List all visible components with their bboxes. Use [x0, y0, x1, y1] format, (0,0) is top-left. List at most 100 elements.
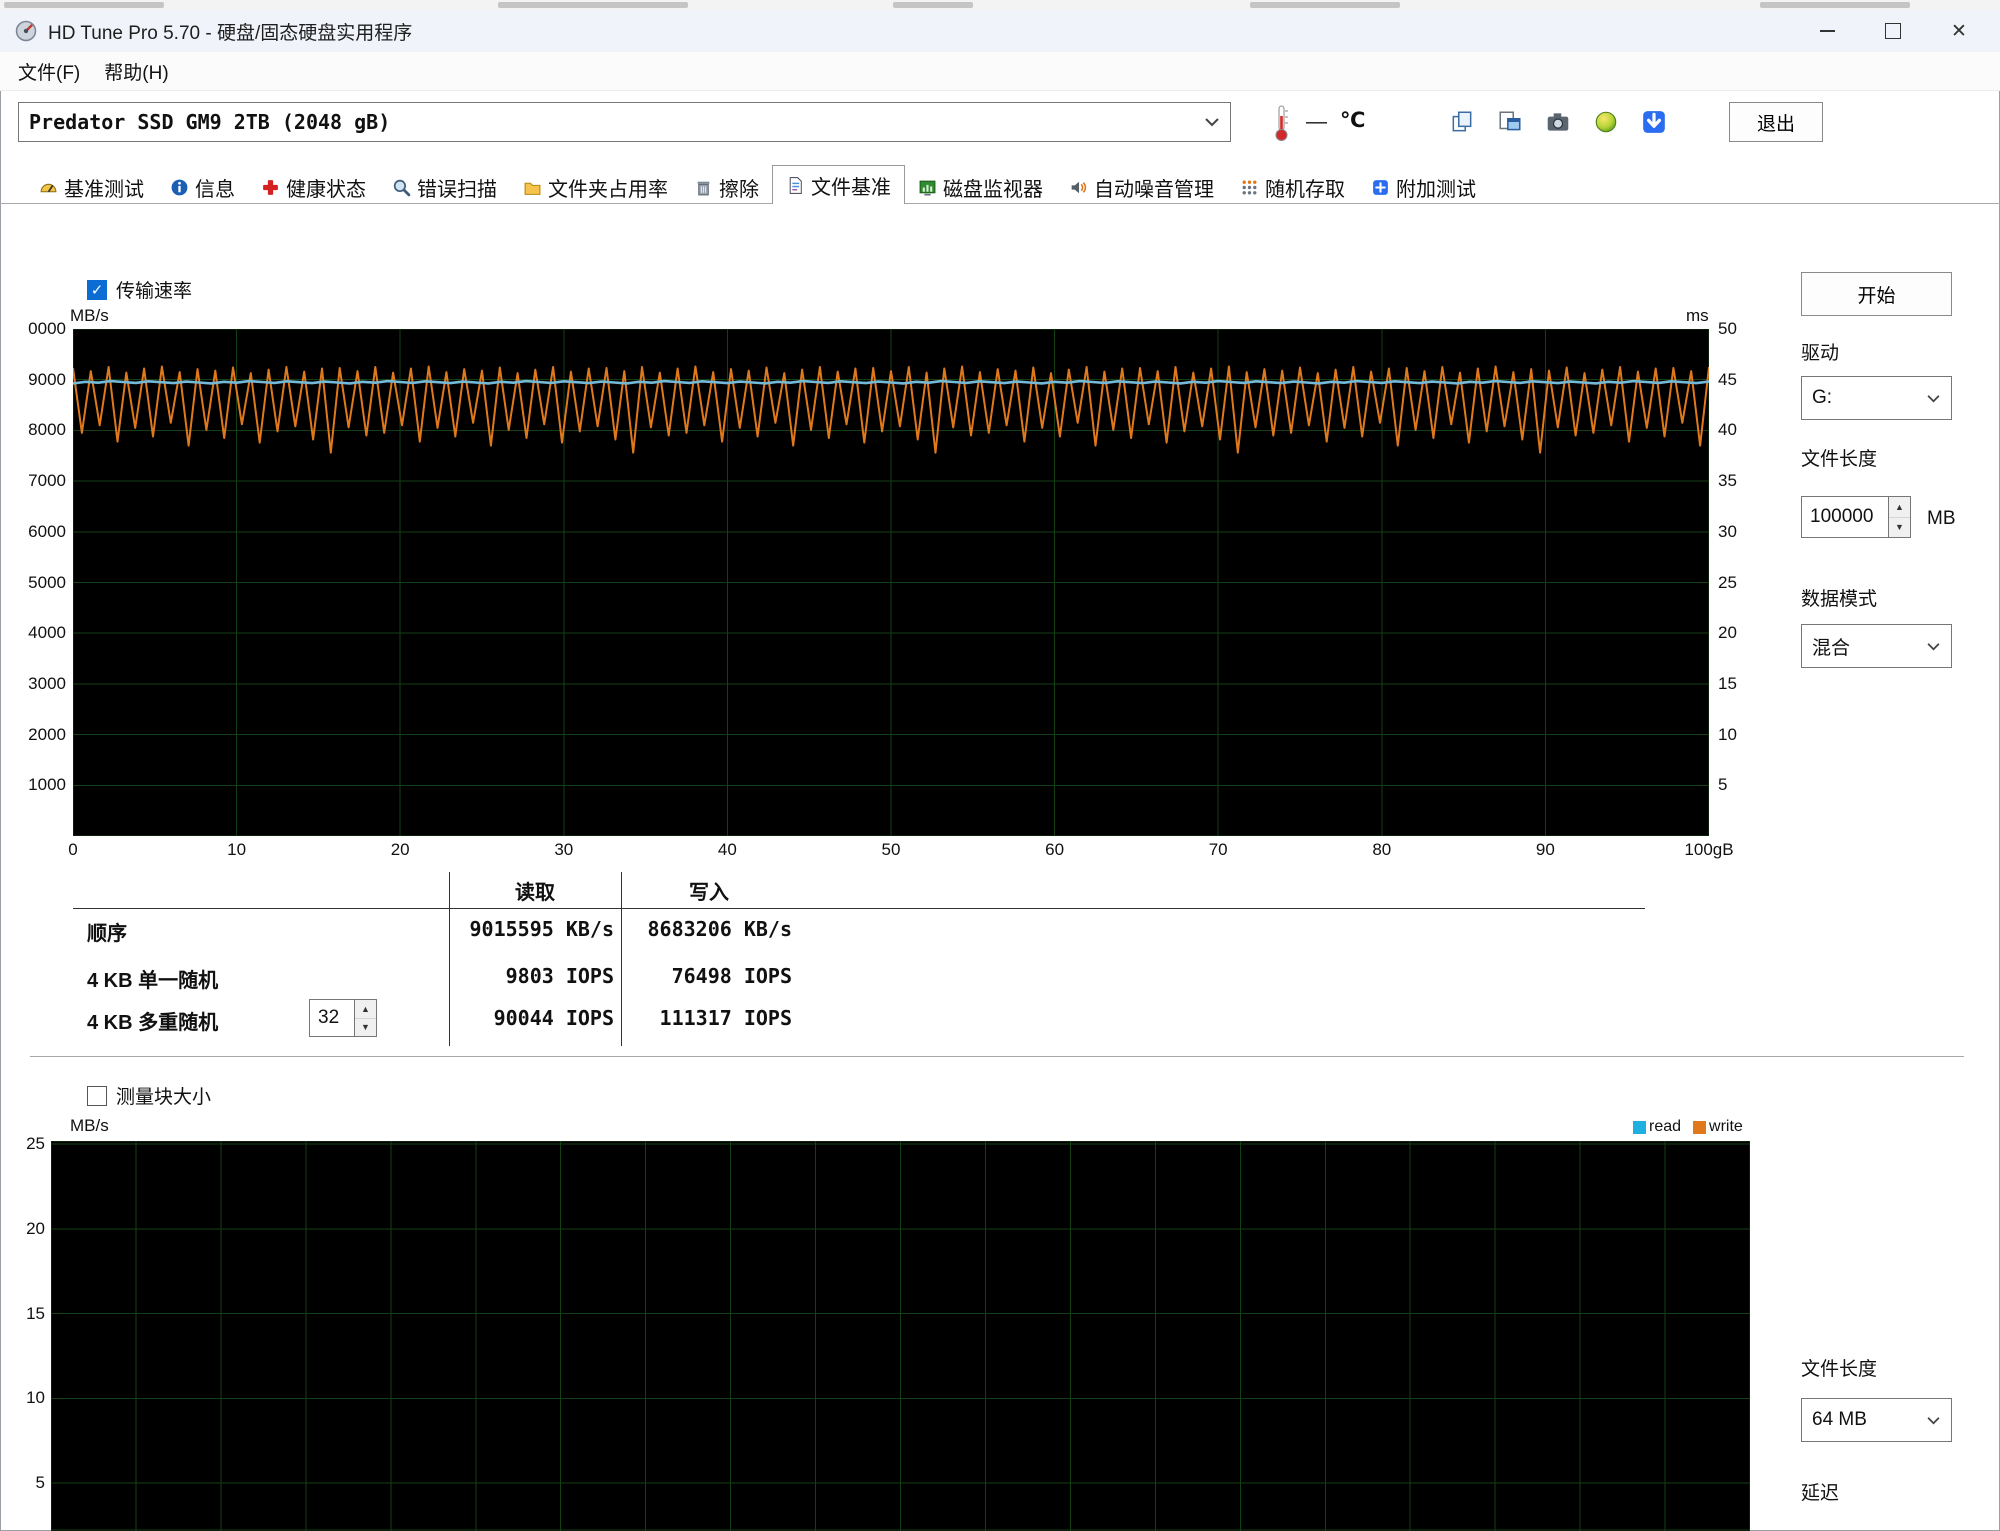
maximize-button[interactable] [1860, 10, 1926, 52]
close-button[interactable]: ✕ [1926, 10, 1992, 52]
disk-monitor-icon [919, 180, 936, 196]
random-access-icon [1242, 180, 1257, 194]
axis-tick: 0 [68, 840, 78, 859]
results-row-label: 顺序 [87, 923, 127, 945]
minimize-button[interactable] [1794, 10, 1860, 52]
axis-tick: 0000 [28, 319, 66, 338]
results-divider-horizontal [73, 908, 1645, 909]
erase-icon [697, 181, 710, 195]
axis-tick: 25 [1718, 572, 1737, 592]
tab-benchmark[interactable]: 基准测试 [26, 170, 157, 204]
axis-tick: 20 [390, 840, 410, 859]
legend-write-swatch [1693, 1120, 1707, 1134]
stepper-down-icon[interactable]: ▼ [1889, 517, 1910, 537]
tab-file-benchmark[interactable]: 文件基准 [772, 165, 905, 204]
app-icon [15, 20, 37, 42]
axis-tick: 15 [26, 1303, 45, 1323]
axis-tick: 30 [554, 840, 574, 859]
tab-label: 基准测试 [64, 178, 144, 201]
chevron-down-icon [1205, 118, 1219, 127]
chevron-down-icon [1927, 1416, 1940, 1424]
drive-dropdown-value: G: [1812, 387, 1833, 408]
axis-tick: 8000 [28, 420, 66, 440]
legend-read: read [1633, 1118, 1681, 1136]
thermometer-icon [1275, 105, 1288, 141]
tab-health[interactable]: 健康状态 [248, 170, 379, 204]
drive-dropdown[interactable]: G: [1801, 376, 1952, 420]
menu-file[interactable]: 文件(F) [6, 52, 92, 90]
legend-read-swatch [1633, 1120, 1646, 1134]
file-length-input[interactable] [1801, 496, 1889, 538]
tab-info[interactable]: 信息 [157, 170, 248, 204]
download-button[interactable] [1630, 102, 1678, 142]
axis-tick: 1000 [28, 775, 66, 795]
queue-depth-stepper[interactable]: ▲ ▼ [309, 999, 377, 1037]
stepper-up-icon[interactable]: ▲ [355, 1000, 376, 1019]
tab-extra-tests[interactable]: 附加测试 [1358, 170, 1489, 204]
tab-disk-monitor[interactable]: 磁盘监视器 [905, 170, 1056, 204]
chevron-down-icon [1927, 394, 1940, 402]
stepper-up-icon[interactable]: ▲ [1889, 497, 1910, 518]
file-length-label: 文件长度 [1801, 449, 1878, 470]
file-length-unit: MB [1927, 508, 1956, 529]
axis-tick: 35 [1718, 471, 1737, 491]
benchmark-icon [40, 183, 57, 192]
hd-tune-window: HD Tune Pro 5.70 - 硬盘/固态硬盘实用程序 ✕ 文件(F) 帮… [0, 0, 2000, 1531]
tab-random-access[interactable]: 随机存取 [1227, 170, 1358, 204]
results-col-write: 写入 [689, 882, 729, 904]
window-controls: ✕ [1794, 10, 1992, 52]
checkbox-unchecked-icon [87, 1085, 107, 1106]
tab-label: 磁盘监视器 [943, 178, 1043, 201]
tab-folder-usage[interactable]: 文件夹占用率 [510, 170, 681, 204]
temperature-unit: ℃ [1340, 109, 1366, 132]
block-size-checkbox[interactable]: 测量块大小 [87, 1082, 211, 1109]
tab-aam[interactable]: 自动噪音管理 [1056, 170, 1227, 204]
error-scan-icon [393, 179, 411, 196]
drive-label: 驱动 [1801, 343, 1840, 364]
transfer-rate-label: 传输速率 [116, 281, 193, 302]
block-size-chart [50, 1140, 1751, 1531]
tab-bar: 基准测试 信息 健康状态 错误扫描 文件夹占用率 擦除 文件基准 磁盘监视器 自… [26, 165, 1489, 204]
legend-write: write [1693, 1118, 1743, 1136]
exit-button[interactable]: 退出 [1729, 102, 1823, 142]
camera-icon [1547, 113, 1569, 131]
results-write-value: 76498 IOPS [671, 964, 792, 988]
results-write-value: 111317 IOPS [659, 1006, 792, 1030]
axis-tick: 5 [1718, 775, 1728, 795]
axis-tick: 3000 [28, 673, 66, 693]
tab-label: 健康状态 [286, 178, 366, 201]
temperature-value: — [1306, 110, 1327, 133]
axis-tick: 6000 [28, 521, 66, 541]
color-options-button[interactable] [1582, 102, 1630, 142]
transfer-rate-checkbox[interactable]: ✓ 传输速率 [87, 276, 192, 303]
file-length-stepper[interactable]: ▲ ▼ [1801, 496, 1911, 538]
drive-selector[interactable]: Predator SSD GM9 2TB (2048 gB) [18, 102, 1231, 142]
axis-tick: 2000 [28, 724, 66, 744]
tab-erase[interactable]: 擦除 [681, 170, 772, 204]
copy-button[interactable] [1438, 102, 1486, 142]
stepper-down-icon[interactable]: ▼ [355, 1018, 376, 1036]
block-file-length-dropdown[interactable]: 64 MB [1801, 1398, 1952, 1442]
screenshot-button[interactable] [1534, 102, 1582, 142]
results-read-value: 9803 IOPS [505, 964, 614, 988]
tab-error-scan[interactable]: 错误扫描 [379, 170, 510, 204]
data-mode-dropdown[interactable]: 混合 [1801, 624, 1952, 668]
maximize-icon [1885, 23, 1901, 39]
axis-tick: 90 [1535, 840, 1555, 859]
axis-tick: 9000 [28, 369, 66, 389]
axis-tick: 4000 [28, 623, 66, 643]
background-text-fragment [1250, 2, 1400, 8]
results-write-value: 8683206 KB/s [647, 917, 793, 941]
start-button[interactable]: 开始 [1801, 272, 1952, 316]
axis-tick: 20 [26, 1218, 45, 1238]
axis-tick: 25 [26, 1134, 45, 1153]
menu-help[interactable]: 帮助(H) [92, 52, 180, 90]
copy-icon [1452, 111, 1472, 132]
background-text-fragment [498, 2, 688, 8]
axis-tick: 15 [1718, 673, 1737, 693]
tab-label: 信息 [195, 178, 235, 201]
copy-report-button[interactable] [1486, 102, 1534, 142]
axis-tick: 60 [1045, 840, 1065, 859]
queue-depth-input[interactable] [309, 999, 355, 1037]
title-bar: HD Tune Pro 5.70 - 硬盘/固态硬盘实用程序 ✕ [0, 10, 2000, 53]
